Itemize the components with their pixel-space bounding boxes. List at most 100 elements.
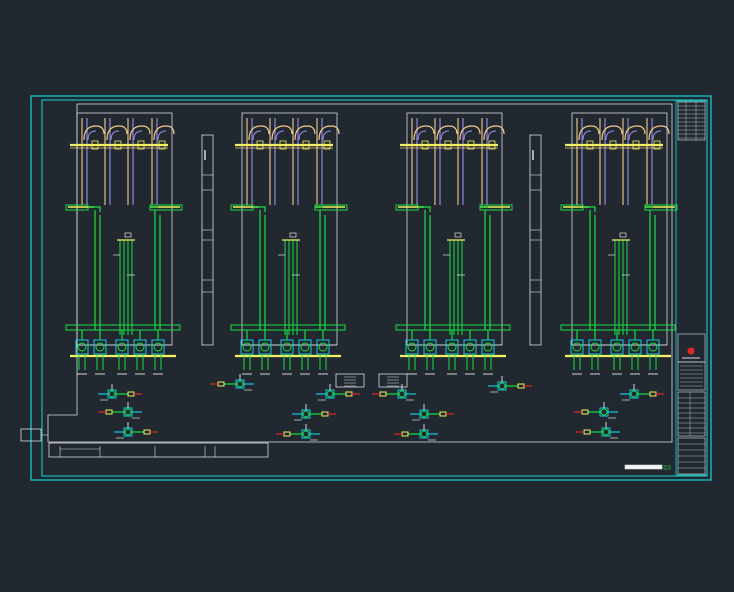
pump-impeller (153, 342, 163, 352)
stair-block (378, 373, 408, 388)
pump-impeller (95, 342, 105, 352)
elbow-fitting (87, 130, 97, 141)
tag-box (124, 232, 132, 238)
pump-skid-detail (316, 384, 360, 401)
scale-label (663, 465, 671, 470)
skid-impeller (398, 390, 406, 398)
elbow-fitting (605, 130, 615, 141)
skid-valve (127, 391, 135, 397)
cad-drawing-viewport[interactable] (0, 0, 734, 592)
pump-impeller (648, 342, 658, 352)
pump-skid-detail (292, 404, 336, 421)
equipment-unit-2 (230, 112, 348, 375)
drawing-inner-frame (41, 99, 708, 477)
title-block (624, 100, 708, 476)
elbow-fitting (298, 130, 308, 141)
pump-skid-detail (620, 384, 664, 401)
company-logo (687, 347, 695, 355)
scale-bar (624, 464, 663, 470)
building-outline (20, 103, 673, 458)
pump-impeller (425, 342, 435, 352)
detail-views (98, 374, 664, 441)
pump-skid-detail (488, 376, 532, 393)
foundation-strip (48, 442, 269, 458)
elbow-fitting (110, 130, 120, 141)
skid-valve (401, 431, 409, 437)
skid-impeller (302, 410, 310, 418)
skid-valve (321, 411, 329, 417)
elbow-fitting (463, 130, 473, 141)
tag-box (619, 232, 627, 238)
skid-valve (517, 383, 525, 389)
pump-impeller (447, 342, 457, 352)
pump-impeller (407, 342, 417, 352)
pump-skid-detail (576, 422, 620, 439)
tag-box (289, 232, 297, 238)
pump-impeller (135, 342, 145, 352)
equipment-unit-1 (65, 112, 183, 375)
pump-impeller (590, 342, 600, 352)
bottom-manifold (560, 324, 676, 331)
pump-impeller (282, 342, 292, 352)
skid-impeller (302, 430, 310, 438)
elbow-fitting (628, 130, 638, 141)
skid-impeller (600, 408, 608, 416)
skid-impeller (498, 382, 506, 390)
skid-valve (283, 431, 291, 437)
pump-impeller (260, 342, 270, 352)
elbow-fitting (582, 130, 592, 141)
skid-impeller (630, 390, 638, 398)
equipment-unit-4 (560, 112, 678, 375)
elbow-fitting (252, 130, 262, 141)
pump-skid-detail (410, 404, 454, 421)
elbow-fitting (487, 130, 497, 141)
pump-skid-detail (114, 422, 158, 439)
equipment-unit-3 (395, 112, 513, 375)
skid-valve (649, 391, 657, 397)
pump-skid-detail (98, 384, 142, 401)
sign-block (677, 391, 706, 437)
skid-impeller (236, 380, 244, 388)
title-block-frame (675, 100, 708, 476)
elbow-fitting (440, 130, 450, 141)
skid-impeller (326, 390, 334, 398)
pump-impeller (465, 342, 475, 352)
skid-valve (379, 391, 387, 397)
pump-skid-detail (210, 374, 254, 391)
skid-valve (581, 409, 589, 415)
elbow-fitting (133, 130, 143, 141)
skid-impeller (420, 410, 428, 418)
pump-skid-detail (98, 402, 142, 419)
pump-skid-detail (394, 424, 438, 441)
skid-impeller (602, 428, 610, 436)
pump-impeller (318, 342, 328, 352)
bottom-manifold (65, 324, 181, 331)
skid-impeller (124, 428, 132, 436)
skid-impeller (124, 408, 132, 416)
elbow-fitting (652, 130, 662, 141)
piping-layout-drawing (20, 95, 712, 481)
pump-impeller (612, 342, 622, 352)
elbow-fitting (417, 130, 427, 141)
pump-skid-detail (574, 402, 618, 419)
building-wall (47, 103, 673, 443)
skid-valve (439, 411, 447, 417)
elbow-fitting (275, 130, 285, 141)
elbow-fitting (322, 130, 332, 141)
pump-impeller (117, 342, 127, 352)
skid-valve (105, 409, 113, 415)
pump-impeller (630, 342, 640, 352)
skid-valve (143, 429, 151, 435)
tag-box (454, 232, 462, 238)
stair-block (335, 373, 365, 388)
elbow-fitting (157, 130, 167, 141)
bottom-manifold (395, 324, 511, 331)
equipment-units (65, 112, 678, 375)
skid-impeller (420, 430, 428, 438)
pump-impeller (77, 342, 87, 352)
pump-impeller (242, 342, 252, 352)
pump-impeller (572, 342, 582, 352)
skid-valve (217, 381, 225, 387)
skid-valve (345, 391, 353, 397)
pump-impeller (483, 342, 493, 352)
